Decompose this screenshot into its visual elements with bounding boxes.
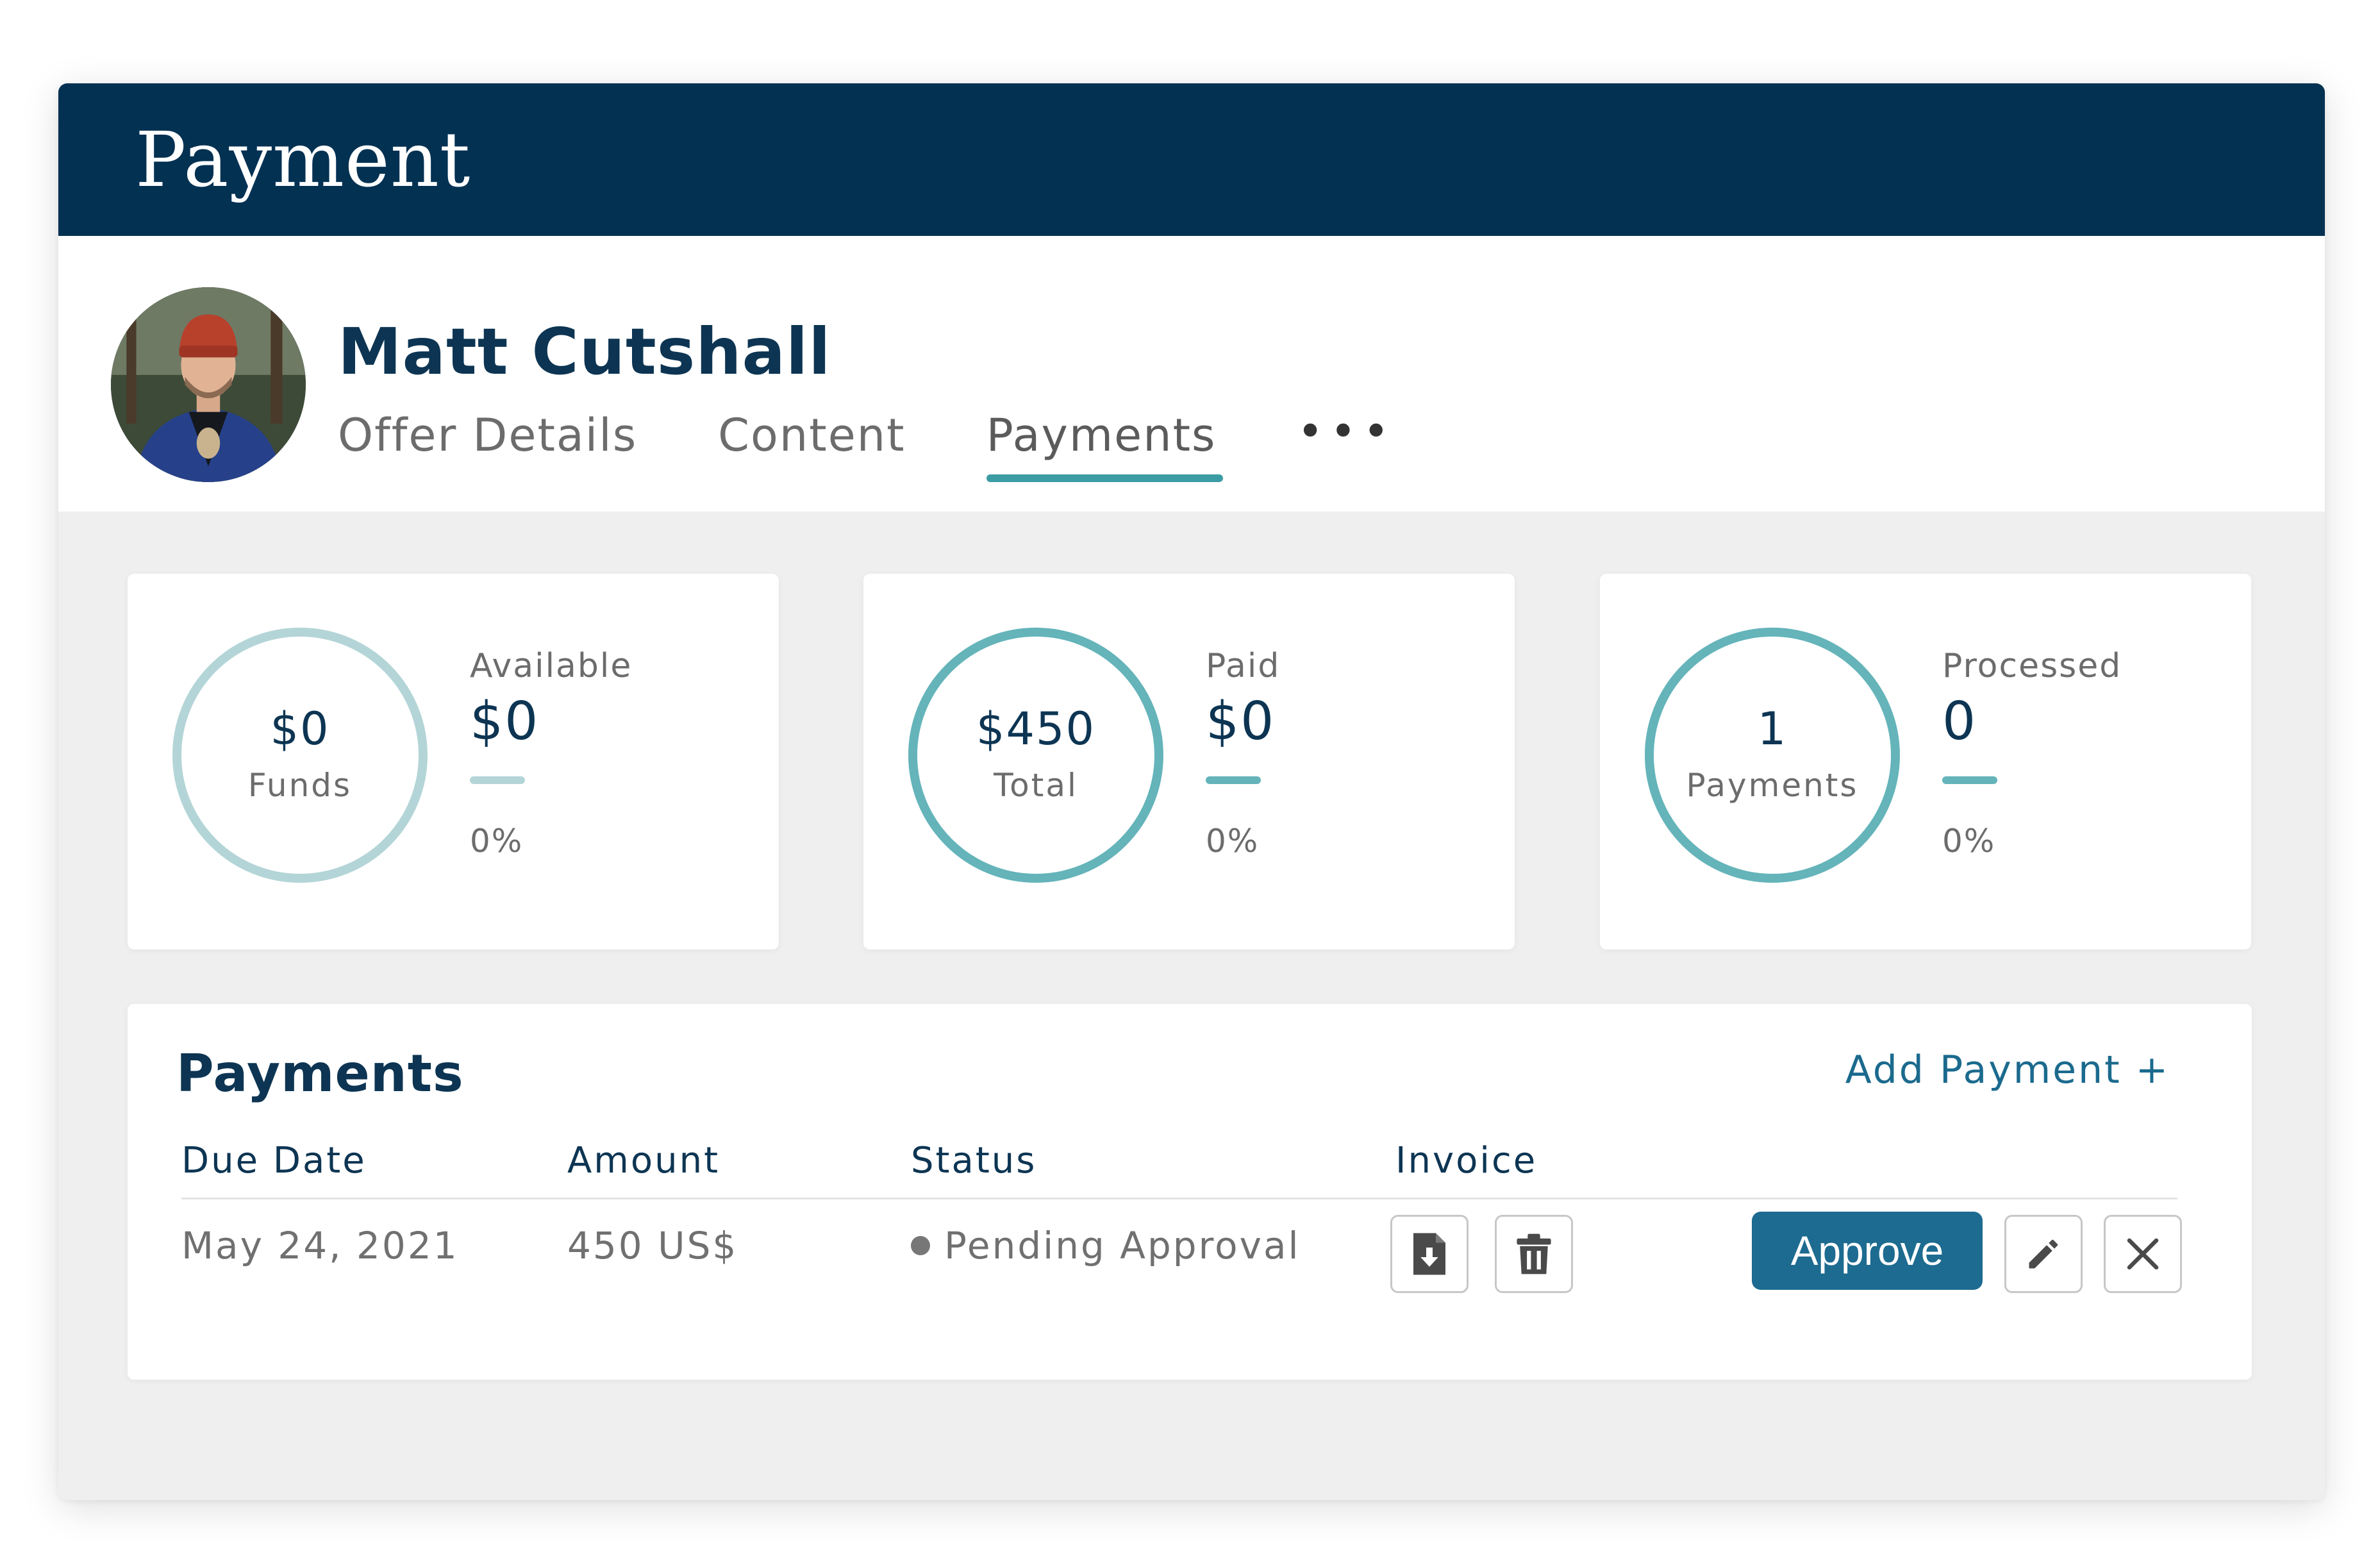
download-invoice-button[interactable] xyxy=(1390,1215,1469,1293)
tab-offer-details[interactable]: Offer Details xyxy=(338,404,637,482)
delete-invoice-button[interactable] xyxy=(1495,1215,1573,1293)
ring-label: Funds xyxy=(247,767,353,804)
payment-window: Payment Matt Cutshall Offer Details Cont xyxy=(58,83,2325,1500)
column-header-amount: Amount xyxy=(567,1140,720,1182)
status-cell: Pending Approval xyxy=(911,1224,1301,1267)
processed-payments-card: 1 Payments Processed 0 0% xyxy=(1600,574,2251,949)
total-ring: $450 Total xyxy=(908,628,1163,883)
due-date-cell: May 24, 2021 xyxy=(181,1224,459,1267)
stat-info: Available $0 0% xyxy=(470,647,632,860)
tab-payments[interactable]: Payments xyxy=(986,404,1223,482)
stat-value: $0 xyxy=(470,691,540,752)
reject-button[interactable] xyxy=(2104,1215,2182,1293)
stat-value: $0 xyxy=(1206,691,1276,752)
download-file-icon xyxy=(1413,1233,1445,1275)
column-header-due-date: Due Date xyxy=(181,1140,367,1182)
ring-label: Payments xyxy=(1686,767,1859,804)
tab-content[interactable]: Content xyxy=(718,404,905,482)
trash-icon xyxy=(1517,1233,1551,1274)
stat-label: Processed xyxy=(1942,647,2122,685)
close-icon xyxy=(2127,1238,2159,1270)
payments-title: Payments xyxy=(176,1044,464,1103)
add-payment-link[interactable]: Add Payment + xyxy=(1845,1048,2170,1092)
status-text: Pending Approval xyxy=(944,1224,1301,1267)
profile-header: Matt Cutshall Offer Details Content Paym… xyxy=(58,236,2325,512)
amount-cell: 450 US$ xyxy=(567,1224,738,1267)
stat-value: 0 xyxy=(1942,691,1977,752)
status-dot-icon xyxy=(911,1235,930,1255)
funds-ring: $0 Funds xyxy=(172,628,428,883)
profile-name: Matt Cutshall xyxy=(338,314,831,389)
paid-total-card: $450 Total Paid $0 0% xyxy=(863,574,1515,949)
column-header-invoice: Invoice xyxy=(1395,1140,1538,1182)
ring-value: 1 xyxy=(1757,703,1788,755)
stat-info: Paid $0 0% xyxy=(1206,647,1280,860)
avatar xyxy=(111,287,306,482)
stat-percent: 0% xyxy=(1942,823,1996,860)
progress-bar xyxy=(470,776,525,785)
header-divider xyxy=(181,1198,2177,1199)
ring-value: $0 xyxy=(270,703,330,755)
title-bar: Payment xyxy=(58,83,2325,236)
ring-label: Total xyxy=(994,767,1078,804)
avatar-photo xyxy=(111,287,306,482)
stat-percent: 0% xyxy=(470,823,524,860)
payments-table-card: Payments Add Payment + Due Date Amount S… xyxy=(128,1004,2252,1380)
payments-ring: 1 Payments xyxy=(1645,628,1900,883)
approve-button[interactable]: Approve xyxy=(1752,1212,1983,1290)
pencil-icon xyxy=(2029,1239,2058,1269)
available-funds-card: $0 Funds Available $0 0% xyxy=(128,574,779,949)
ring-value: $450 xyxy=(976,703,1096,755)
tab-bar: Offer Details Content Payments ••• xyxy=(338,404,1395,487)
window-title: Payment xyxy=(135,115,471,204)
progress-bar xyxy=(1942,776,1997,785)
stat-label: Available xyxy=(470,647,633,685)
edit-button[interactable] xyxy=(2004,1215,2083,1293)
stat-label: Paid xyxy=(1206,647,1281,685)
progress-bar xyxy=(1206,776,1261,785)
stat-info: Processed 0 0% xyxy=(1942,647,2122,860)
more-horizontal-icon[interactable]: ••• xyxy=(1297,404,1396,458)
stat-percent: 0% xyxy=(1206,823,1260,860)
column-header-status: Status xyxy=(911,1140,1037,1182)
